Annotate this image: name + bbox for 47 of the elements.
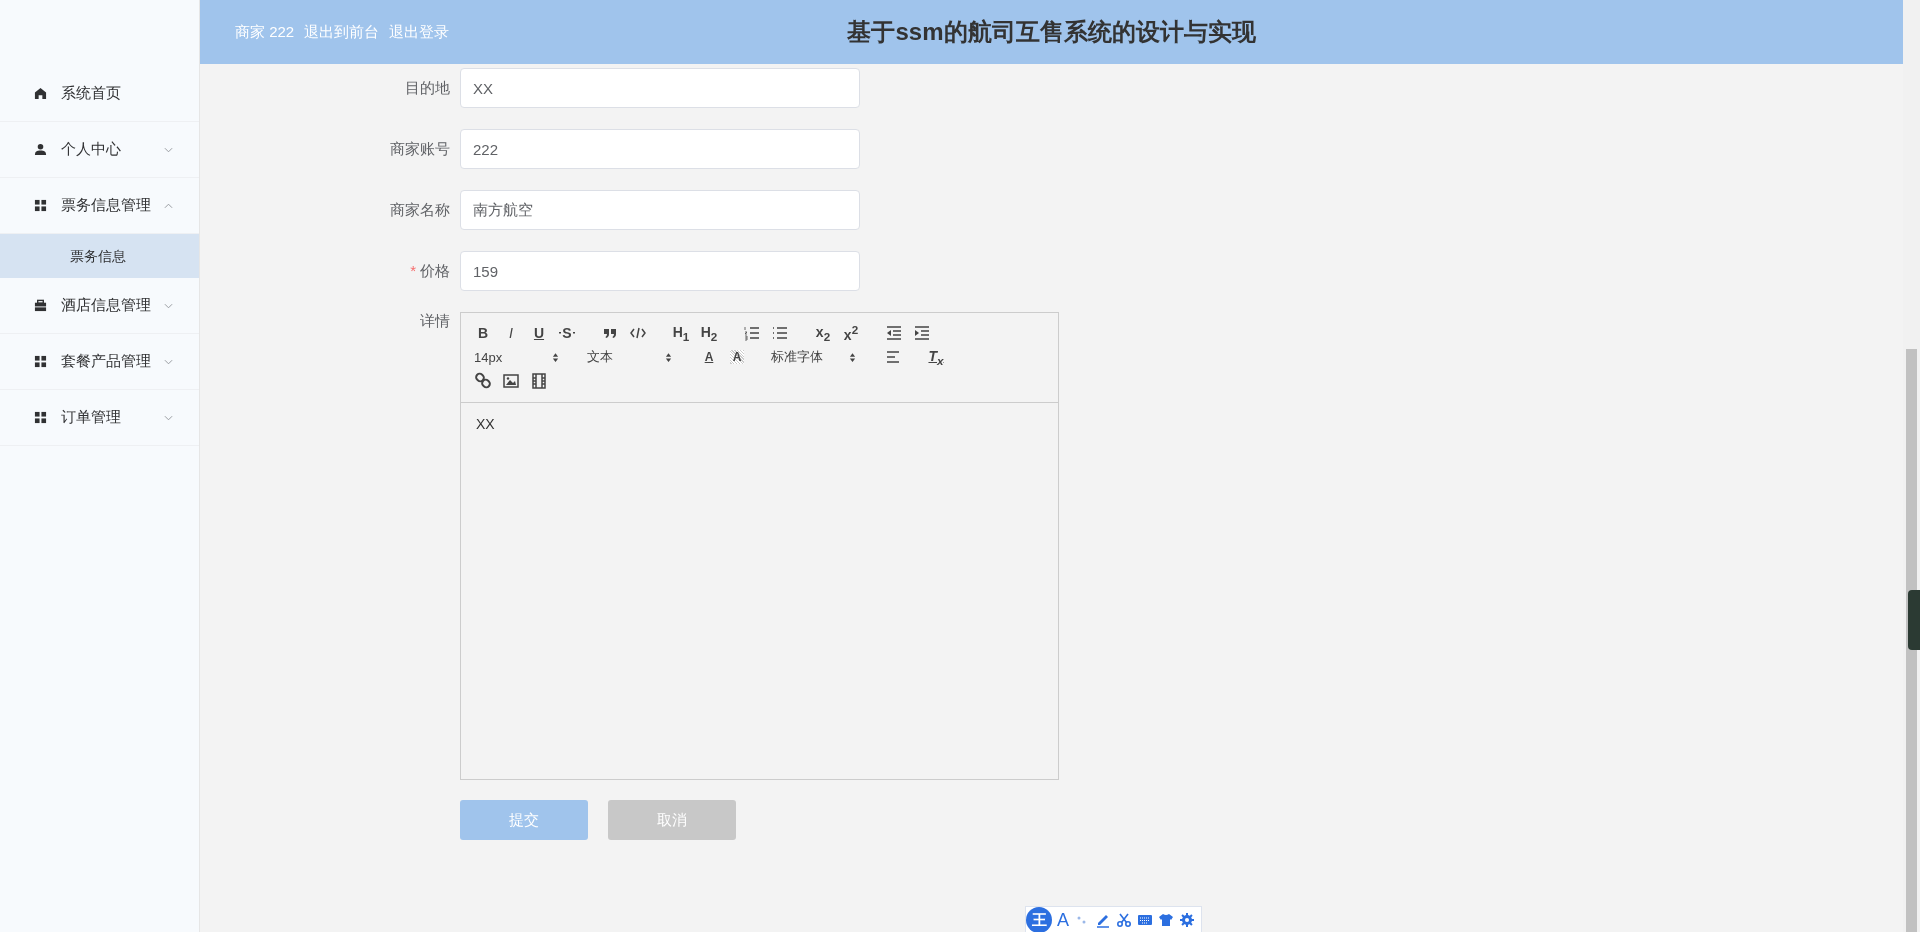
ime-language-toggle[interactable]: A bbox=[1057, 909, 1069, 931]
up-down-icon bbox=[665, 351, 672, 363]
sidebar-item[interactable]: 个人中心 bbox=[0, 122, 199, 178]
grid-icon bbox=[34, 411, 47, 424]
field-label: 目的地 bbox=[405, 78, 450, 96]
ime-logo[interactable]: 王 bbox=[1026, 907, 1052, 932]
input-field[interactable]: 南方航空 bbox=[460, 190, 860, 230]
scissors-icon[interactable] bbox=[1116, 912, 1132, 928]
home-icon bbox=[34, 87, 47, 100]
input-field[interactable]: XX bbox=[460, 68, 860, 108]
sidebar-item[interactable]: 系统首页 bbox=[0, 66, 199, 122]
format-picker[interactable]: 14px bbox=[469, 345, 567, 369]
format-button[interactable]: x$_{2}$ bbox=[809, 321, 837, 345]
format-picker[interactable]: 标准字体 bbox=[766, 345, 864, 369]
field-label: 商家名称 bbox=[390, 200, 450, 218]
required-mark: * bbox=[410, 261, 416, 279]
editor-text: XX bbox=[476, 416, 495, 432]
text-color-button[interactable]: A bbox=[695, 345, 723, 369]
field-label: 价格 bbox=[420, 261, 450, 279]
user-label: 商家 222 bbox=[235, 22, 295, 42]
format-picker[interactable]: 文本 bbox=[582, 345, 680, 369]
field-label: 商家账号 bbox=[390, 139, 450, 157]
format-button[interactable]: U bbox=[525, 321, 553, 345]
settings-icon[interactable] bbox=[1179, 912, 1195, 928]
shirt-icon[interactable] bbox=[1158, 912, 1174, 928]
input-field[interactable]: 222 bbox=[460, 129, 860, 169]
briefcase-icon bbox=[34, 299, 47, 312]
page-title: 基于ssm的航司互售系统的设计与实现 bbox=[847, 17, 1256, 47]
format-button[interactable]: H$_{2}$ bbox=[695, 321, 723, 345]
grid-icon bbox=[34, 199, 47, 212]
clear-format-button[interactable]: T$_{x}$ bbox=[922, 345, 950, 369]
pen-icon[interactable] bbox=[1095, 912, 1111, 928]
grid-icon bbox=[34, 355, 47, 368]
sidebar-subitem[interactable]: 票务信息 bbox=[0, 234, 199, 278]
sidebar-item[interactable]: 套餐产品管理 bbox=[0, 334, 199, 390]
user-icon bbox=[34, 143, 47, 156]
format-button[interactable]: x$^{2}$ bbox=[837, 321, 865, 345]
format-button[interactable]: I bbox=[497, 321, 525, 345]
input-field[interactable]: 159 bbox=[460, 251, 860, 291]
keyboard-icon[interactable] bbox=[1137, 912, 1153, 928]
format-button[interactable]: B bbox=[469, 321, 497, 345]
format-button[interactable]: H$_{1}$ bbox=[667, 321, 695, 345]
field-label: 详情 bbox=[420, 312, 450, 329]
up-down-icon bbox=[849, 351, 856, 363]
sidebar-item[interactable]: 订单管理 bbox=[0, 390, 199, 446]
up-down-icon bbox=[552, 351, 559, 363]
sidebar-item[interactable]: 酒店信息管理 bbox=[0, 278, 199, 334]
